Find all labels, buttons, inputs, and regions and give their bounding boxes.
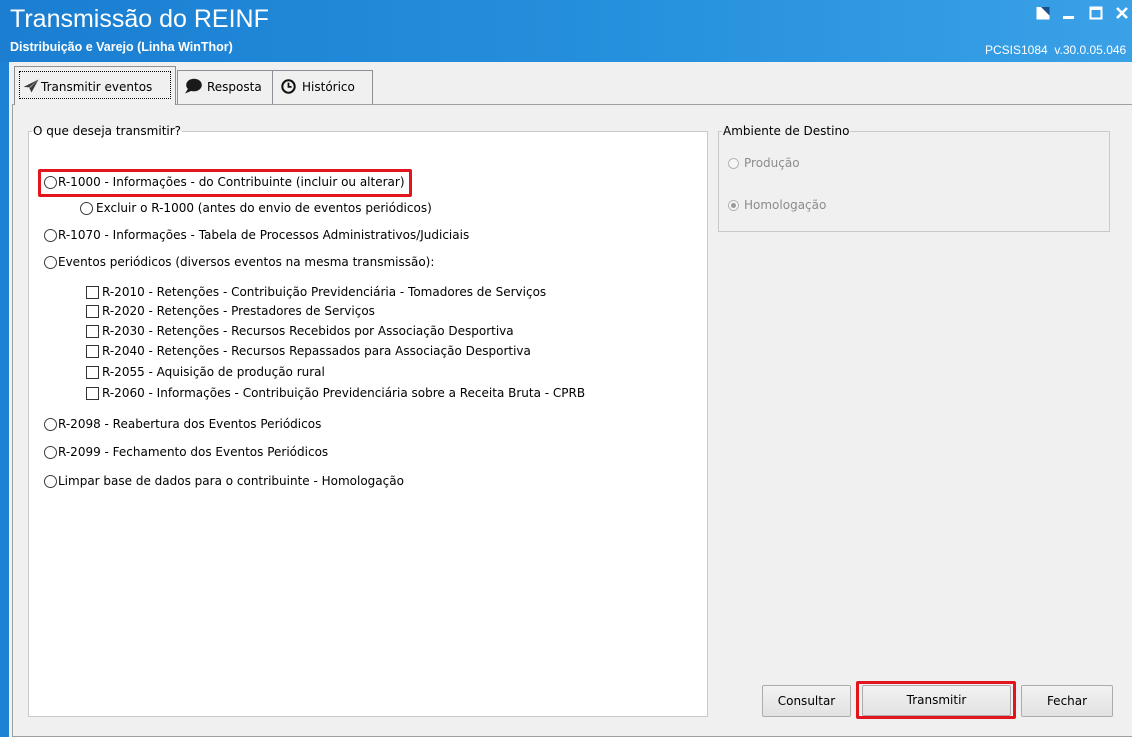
r2099-radio[interactable] bbox=[44, 445, 57, 459]
transmitir-button[interactable]: Transmitir bbox=[862, 685, 1011, 716]
r2010-label[interactable]: R-2010 - Retenções - Contribuição Previd… bbox=[102, 284, 546, 300]
clear-database-option[interactable]: Limpar base de dados para o contribuinte… bbox=[44, 473, 404, 489]
window-title: Transmissão do REINF bbox=[10, 5, 269, 33]
transmit-options-legend: O que deseja transmitir? bbox=[32, 124, 183, 138]
environment-producao-option: Produção bbox=[728, 155, 800, 171]
r2098-option[interactable]: R-2098 - Reabertura dos Eventos Periódic… bbox=[44, 416, 321, 432]
r2055-checkbox-row[interactable]: R-2055 - Aquisição de produção rural bbox=[86, 364, 325, 380]
transmit-options-group: O que deseja transmitir? R-1000 - Inform… bbox=[28, 124, 708, 717]
r2060-checkbox[interactable] bbox=[86, 386, 99, 400]
tab-label: Resposta bbox=[207, 80, 262, 94]
r2098-label[interactable]: R-2098 - Reabertura dos Eventos Periódic… bbox=[58, 416, 321, 432]
r2040-checkbox[interactable] bbox=[86, 344, 99, 358]
r2030-checkbox-row[interactable]: R-2030 - Retenções - Recursos Recebidos … bbox=[86, 323, 514, 339]
tab-transmitir-eventos[interactable]: Transmitir eventos bbox=[14, 66, 176, 105]
tab-label: Histórico bbox=[302, 80, 355, 94]
clock-icon bbox=[281, 79, 296, 94]
tab-historico[interactable]: Histórico bbox=[272, 70, 373, 104]
r1000-delete-label[interactable]: Excluir o R-1000 (antes do envio de even… bbox=[96, 200, 432, 216]
minimize-icon[interactable] bbox=[1061, 5, 1077, 21]
title-bar[interactable]: Transmissão do REINF Distribuição e Vare… bbox=[0, 0, 1132, 62]
r2098-radio[interactable] bbox=[44, 417, 57, 431]
r2099-label[interactable]: R-2099 - Fechamento dos Eventos Periódic… bbox=[58, 444, 328, 460]
r2055-checkbox[interactable] bbox=[86, 365, 99, 379]
r2060-checkbox-row[interactable]: R-2060 - Informações - Contribuição Prev… bbox=[86, 385, 585, 401]
environment-producao-label: Produção bbox=[744, 156, 800, 170]
fechar-button[interactable]: Fechar bbox=[1021, 685, 1113, 717]
close-icon[interactable] bbox=[1114, 5, 1130, 21]
r2010-checkbox[interactable] bbox=[86, 285, 99, 299]
periodic-events-radio[interactable] bbox=[44, 255, 57, 269]
r1000-option[interactable]: R-1000 - Informações - do Contribuinte (… bbox=[44, 174, 405, 190]
r2020-checkbox[interactable] bbox=[86, 304, 99, 318]
r1000-delete-radio[interactable] bbox=[80, 201, 93, 215]
r2060-label[interactable]: R-2060 - Informações - Contribuição Prev… bbox=[102, 385, 585, 401]
environment-producao-radio bbox=[728, 157, 739, 169]
clear-database-radio[interactable] bbox=[44, 474, 57, 488]
r2099-option[interactable]: R-2099 - Fechamento dos Eventos Periódic… bbox=[44, 444, 328, 460]
r1070-radio[interactable] bbox=[44, 228, 57, 242]
r1000-label[interactable]: R-1000 - Informações - do Contribuinte (… bbox=[58, 174, 405, 190]
r1000-delete-option[interactable]: Excluir o R-1000 (antes do envio de even… bbox=[80, 200, 432, 216]
environment-homologacao-label: Homologação bbox=[744, 198, 827, 212]
r2030-label[interactable]: R-2030 - Retenções - Recursos Recebidos … bbox=[102, 323, 514, 339]
r1070-label[interactable]: R-1070 - Informações - Tabela de Process… bbox=[58, 227, 469, 243]
r1070-option[interactable]: R-1070 - Informações - Tabela de Process… bbox=[44, 227, 469, 243]
tab-page-transmitir-eventos: O que deseja transmitir? R-1000 - Inform… bbox=[12, 104, 1132, 737]
paper-plane-icon bbox=[23, 79, 39, 93]
tab-resposta[interactable]: Resposta bbox=[177, 70, 273, 104]
environment-homologacao-radio bbox=[728, 199, 739, 211]
clear-database-label[interactable]: Limpar base de dados para o contribuinte… bbox=[58, 473, 404, 489]
maximize-icon[interactable] bbox=[1088, 5, 1104, 21]
r2030-checkbox[interactable] bbox=[86, 324, 99, 338]
r2040-label[interactable]: R-2040 - Retenções - Recursos Repassados… bbox=[102, 343, 531, 359]
window-left-border bbox=[0, 62, 9, 737]
speech-bubble-icon bbox=[184, 78, 202, 94]
environment-homologacao-option: Homologação bbox=[728, 197, 826, 213]
window-mode-icon[interactable] bbox=[1035, 5, 1051, 21]
periodic-events-label[interactable]: Eventos periódicos (diversos eventos na … bbox=[58, 254, 434, 270]
r2010-checkbox-row[interactable]: R-2010 - Retenções - Contribuição Previd… bbox=[86, 284, 546, 300]
environment-legend: Ambiente de Destino bbox=[722, 124, 851, 138]
environment-group: Ambiente de Destino Produção Homologação bbox=[718, 124, 1110, 232]
window-subtitle: Distribuição e Varejo (Linha WinThor) bbox=[10, 40, 233, 54]
tab-label: Transmitir eventos bbox=[41, 80, 153, 94]
r2020-label[interactable]: R-2020 - Retenções - Prestadores de Serv… bbox=[102, 303, 375, 319]
version-label: PCSIS1084 v.30.0.05.046 bbox=[985, 43, 1127, 57]
consultar-button[interactable]: Consultar bbox=[762, 685, 851, 717]
r2055-label[interactable]: R-2055 - Aquisição de produção rural bbox=[102, 364, 325, 380]
periodic-events-option[interactable]: Eventos periódicos (diversos eventos na … bbox=[44, 254, 434, 270]
r2040-checkbox-row[interactable]: R-2040 - Retenções - Recursos Repassados… bbox=[86, 343, 531, 359]
r2020-checkbox-row[interactable]: R-2020 - Retenções - Prestadores de Serv… bbox=[86, 303, 375, 319]
r1000-radio[interactable] bbox=[44, 175, 57, 189]
